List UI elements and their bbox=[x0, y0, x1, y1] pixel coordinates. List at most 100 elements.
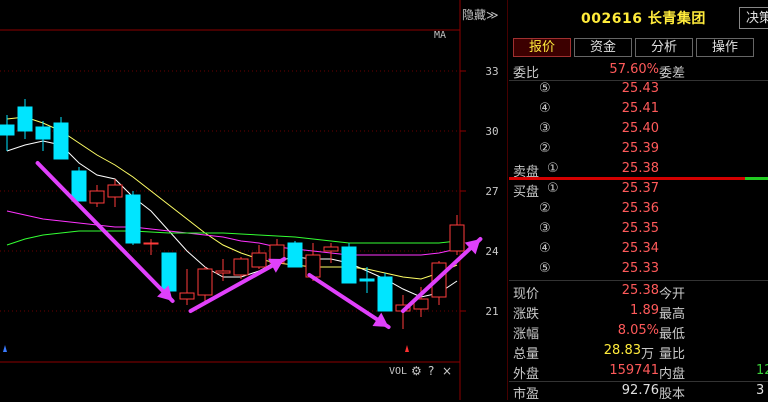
tab-funds[interactable]: 资金 bbox=[574, 38, 632, 57]
bid-price: 25.35 bbox=[621, 221, 659, 236]
marker-blue bbox=[3, 345, 7, 352]
weibi-value: 57.60% bbox=[609, 62, 659, 77]
bid-price: 25.33 bbox=[621, 261, 659, 276]
bid-level: ⑤ bbox=[539, 261, 551, 276]
stat-label2: 最低 bbox=[659, 327, 686, 342]
ask-row[interactable]: ③ 25.40 bbox=[509, 119, 768, 139]
stat-label: 现价 bbox=[513, 287, 540, 302]
bid-label: 买盘 bbox=[513, 185, 540, 200]
ask-level: ① bbox=[547, 161, 559, 176]
stat-label: 外盘 bbox=[513, 367, 540, 382]
stat-row: 现价 25.38 今开 bbox=[509, 281, 768, 302]
candle-body bbox=[233, 258, 249, 276]
stat-row: 涨幅 8.05% 最低 bbox=[509, 321, 768, 342]
stat-value: 92.76 bbox=[621, 383, 659, 398]
candle-body bbox=[161, 252, 177, 292]
stat-row: 涨跌 1.89 最高 bbox=[509, 301, 768, 322]
tab-quote[interactable]: 报价 bbox=[513, 38, 571, 57]
ask-level: ③ bbox=[539, 121, 551, 136]
y-tick-label: 33 bbox=[485, 65, 499, 78]
ask-row[interactable]: 卖盘 ① 25.38 bbox=[509, 159, 768, 180]
candle-body bbox=[377, 276, 393, 312]
stat-value2: 3 bbox=[756, 383, 765, 398]
candle-body bbox=[35, 126, 51, 140]
quote-panel: 002616 长青集团 决策 报价 资金 分析 操作 委比 57.60% 委差 … bbox=[509, 0, 768, 402]
y-tick-label: 27 bbox=[485, 185, 499, 198]
candle-body bbox=[53, 122, 69, 160]
stat-label: 总量 bbox=[513, 347, 540, 362]
kline-chart-area[interactable]: 隐藏≫ MA 33 30 27 24 21 VOL ⚙ ? × bbox=[0, 0, 508, 400]
bid-level: ④ bbox=[539, 241, 551, 256]
candle-body bbox=[89, 190, 105, 204]
stat-label: 涨跌 bbox=[513, 307, 540, 322]
ask-price: 25.38 bbox=[621, 161, 659, 176]
y-tick-label: 24 bbox=[485, 245, 499, 258]
candle-body bbox=[0, 124, 15, 136]
ask-price: 25.43 bbox=[621, 81, 659, 96]
panel-header: 002616 长青集团 决策 bbox=[509, 0, 768, 36]
stat-label2: 量比 bbox=[659, 347, 686, 362]
bid-row[interactable]: ⑤ 25.33 bbox=[509, 259, 768, 279]
candle-body bbox=[107, 184, 123, 198]
bid-row[interactable]: ② 25.36 bbox=[509, 199, 768, 219]
close-icon[interactable]: × bbox=[442, 364, 452, 378]
candle-body bbox=[287, 242, 303, 268]
stat-unit: 万 bbox=[641, 347, 655, 362]
candle-body bbox=[215, 270, 231, 274]
candle-body bbox=[71, 170, 87, 202]
bid-row[interactable]: 买盘 ① 25.37 bbox=[509, 179, 768, 200]
tab-operation[interactable]: 操作 bbox=[696, 38, 754, 57]
stat-label2: 股本 bbox=[659, 387, 686, 402]
bid-row[interactable]: ④ 25.34 bbox=[509, 239, 768, 259]
ask-row[interactable]: ④ 25.41 bbox=[509, 99, 768, 119]
ask-row[interactable]: ② 25.39 bbox=[509, 139, 768, 159]
candle-body bbox=[125, 194, 141, 244]
candle-body bbox=[251, 252, 267, 268]
ask-price: 25.41 bbox=[621, 101, 659, 116]
stat-row: 市盈 92.76 股本 3 bbox=[509, 381, 768, 402]
stat-value: 28.83 bbox=[603, 343, 641, 358]
ma-label: MA bbox=[434, 30, 447, 41]
stat-label: 涨幅 bbox=[513, 327, 540, 342]
stat-value: 159741 bbox=[609, 363, 659, 378]
candle-body bbox=[449, 224, 465, 252]
vol-label: VOL bbox=[389, 366, 408, 377]
panel-tabs: 报价 资金 分析 操作 bbox=[509, 38, 768, 58]
bid-level: ① bbox=[547, 181, 559, 196]
ask-level: ⑤ bbox=[539, 81, 551, 96]
stock-title: 002616 长青集团 bbox=[581, 11, 706, 27]
candle-body bbox=[359, 278, 375, 282]
stat-label: 市盈 bbox=[513, 387, 540, 402]
stat-label2: 最高 bbox=[659, 307, 686, 322]
candle-body bbox=[17, 106, 33, 132]
bid-row[interactable]: ③ 25.35 bbox=[509, 219, 768, 239]
stat-label2: 内盘 bbox=[659, 367, 686, 382]
bid-level: ② bbox=[539, 201, 551, 216]
help-icon[interactable]: ? bbox=[428, 364, 434, 378]
candle-body bbox=[143, 242, 159, 245]
stat-value: 8.05% bbox=[617, 323, 659, 338]
y-tick-label: 21 bbox=[485, 305, 499, 318]
ask-price: 25.40 bbox=[621, 121, 659, 136]
decision-button[interactable]: 决策 bbox=[739, 7, 768, 29]
ask-level: ④ bbox=[539, 101, 551, 116]
bid-price: 25.36 bbox=[621, 201, 659, 216]
stat-value: 25.38 bbox=[621, 283, 659, 298]
candle-body bbox=[197, 268, 213, 296]
stat-row: 总量 28.83 万 量比 bbox=[509, 341, 768, 362]
kline-chart[interactable] bbox=[0, 0, 508, 400]
ask-row[interactable]: ⑤ 25.43 bbox=[509, 79, 768, 99]
stat-value2: 12 bbox=[756, 363, 768, 378]
ma-line bbox=[6, 230, 458, 246]
marker-red bbox=[405, 345, 409, 352]
candle-body bbox=[323, 246, 339, 252]
ask-price: 25.39 bbox=[621, 141, 659, 156]
bid-price: 25.34 bbox=[621, 241, 659, 256]
ask-level: ② bbox=[539, 141, 551, 156]
stat-label2: 今开 bbox=[659, 287, 686, 302]
settings-icon[interactable]: ⚙ bbox=[411, 364, 422, 378]
hide-button[interactable]: 隐藏≫ bbox=[462, 6, 499, 23]
weibi-row: 委比 57.60% 委差 bbox=[509, 60, 768, 81]
stat-value: 1.89 bbox=[630, 303, 659, 318]
tab-analysis[interactable]: 分析 bbox=[635, 38, 693, 57]
